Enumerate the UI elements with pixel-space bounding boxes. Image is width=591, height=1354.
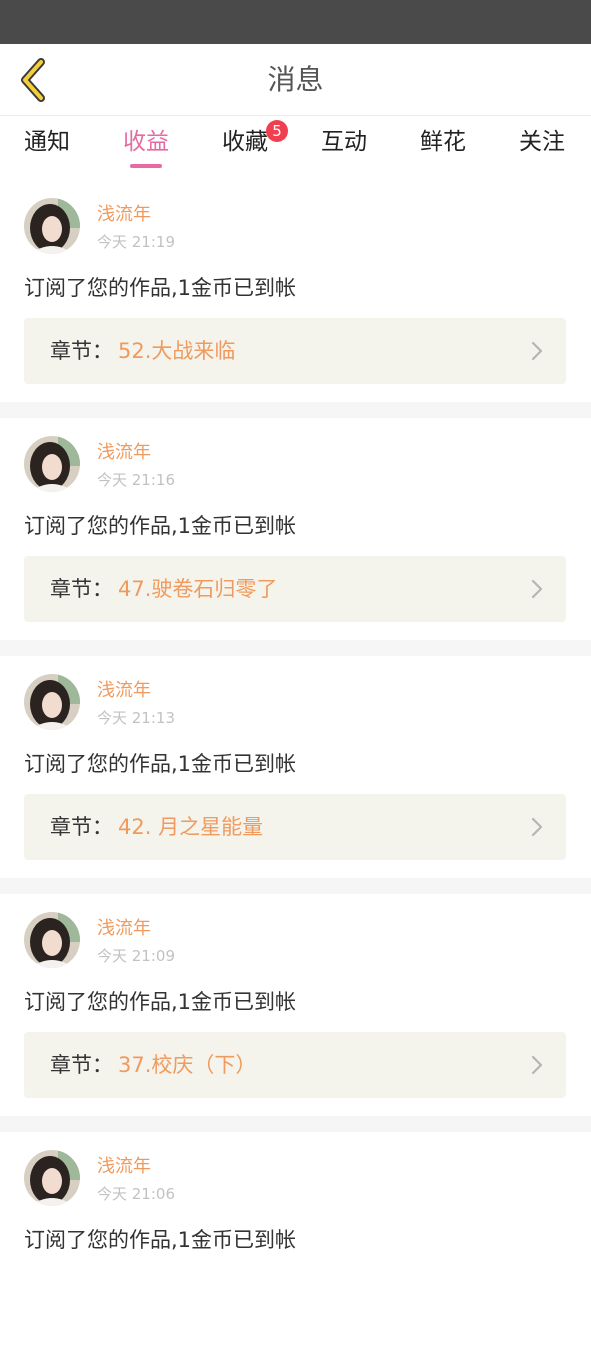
user-avatar-icon [24,1150,80,1206]
message-card: 浅流年 今天 21:09 订阅了您的作品,1金币已到帐 章节： 37.校庆（下） [0,894,591,1116]
timestamp: 今天 21:19 [97,233,175,251]
message-text: 订阅了您的作品,1金币已到帐 [24,752,297,776]
chapter-link[interactable]: 章节： 52.大战来临 [24,318,566,384]
message-card: 浅流年 今天 21:16 订阅了您的作品,1金币已到帐 章节： 47.驶卷石归零… [0,418,591,640]
tab-flowers[interactable]: 鲜花 [420,116,466,180]
message-text: 订阅了您的作品,1金币已到帐 [24,1228,297,1252]
divider [0,640,591,656]
timestamp: 今天 21:13 [97,709,175,727]
timestamp: 今天 21:06 [97,1185,175,1203]
user-avatar-icon [24,198,80,254]
timestamp: 今天 21:16 [97,471,175,489]
tab-label: 收益 [123,129,169,155]
username[interactable]: 浅流年 [97,680,151,702]
divider [0,878,591,894]
message-card: 浅流年 今天 21:19 订阅了您的作品,1金币已到帐 章节： 52.大战来临 [0,180,591,402]
chapter-label: 章节： [50,815,113,839]
chapter-title: 52.大战来临 [118,339,236,363]
timestamp: 今天 21:09 [97,947,175,965]
tab-favorites[interactable]: 收藏 5 [222,116,288,180]
tab-label: 收藏 5 [222,120,288,156]
chevron-right-icon [531,579,543,599]
user-avatar-icon [24,674,80,730]
header-bar: 消息 [0,44,591,116]
username[interactable]: 浅流年 [97,1156,151,1178]
chapter-link[interactable]: 章节： 37.校庆（下） [24,1032,566,1098]
tab-notifications[interactable]: 通知 [24,116,70,180]
tab-label: 鲜花 [420,129,466,155]
divider [0,1116,591,1132]
avatar[interactable] [24,912,80,968]
chapter-label: 章节： [50,577,113,601]
username[interactable]: 浅流年 [97,442,151,464]
tab-label-text: 收藏 [222,129,268,155]
divider [0,402,591,418]
avatar[interactable] [24,198,80,254]
message-card: 浅流年 今天 21:06 订阅了您的作品,1金币已到帐 [0,1132,591,1354]
chevron-right-icon [531,341,543,361]
message-card: 浅流年 今天 21:13 订阅了您的作品,1金币已到帐 章节： 42. 月之星能… [0,656,591,878]
message-text: 订阅了您的作品,1金币已到帐 [24,990,297,1014]
tab-bar: 通知 收益 收藏 5 互动 鲜花 关注 [0,116,591,180]
username[interactable]: 浅流年 [97,204,151,226]
chapter-link[interactable]: 章节： 42. 月之星能量 [24,794,566,860]
tab-follows[interactable]: 关注 [519,116,565,180]
tab-label: 互动 [321,129,367,155]
chevron-right-icon [531,1055,543,1075]
chapter-title: 47.驶卷石归零了 [118,577,278,601]
chapter-label: 章节： [50,1053,113,1077]
user-avatar-icon [24,912,80,968]
chapter-title: 37.校庆（下） [118,1053,257,1077]
tab-earnings[interactable]: 收益 [123,116,169,180]
tab-label: 关注 [519,129,565,155]
chapter-title: 42. 月之星能量 [118,815,264,839]
user-avatar-icon [24,436,80,492]
tab-label: 通知 [24,129,70,155]
tab-interactions[interactable]: 互动 [321,116,367,180]
avatar[interactable] [24,436,80,492]
active-tab-indicator [130,164,162,168]
avatar[interactable] [24,674,80,730]
message-text: 订阅了您的作品,1金币已到帐 [24,276,297,300]
username[interactable]: 浅流年 [97,918,151,940]
message-list: 浅流年 今天 21:19 订阅了您的作品,1金币已到帐 章节： 52.大战来临 … [0,180,591,1354]
avatar[interactable] [24,1150,80,1206]
chapter-link[interactable]: 章节： 47.驶卷石归零了 [24,556,566,622]
chapter-label: 章节： [50,339,113,363]
status-bar [0,0,591,44]
unread-count-badge: 5 [266,120,288,142]
page-title: 消息 [267,63,324,96]
message-text: 订阅了您的作品,1金币已到帐 [24,514,297,538]
chevron-right-icon [531,817,543,837]
